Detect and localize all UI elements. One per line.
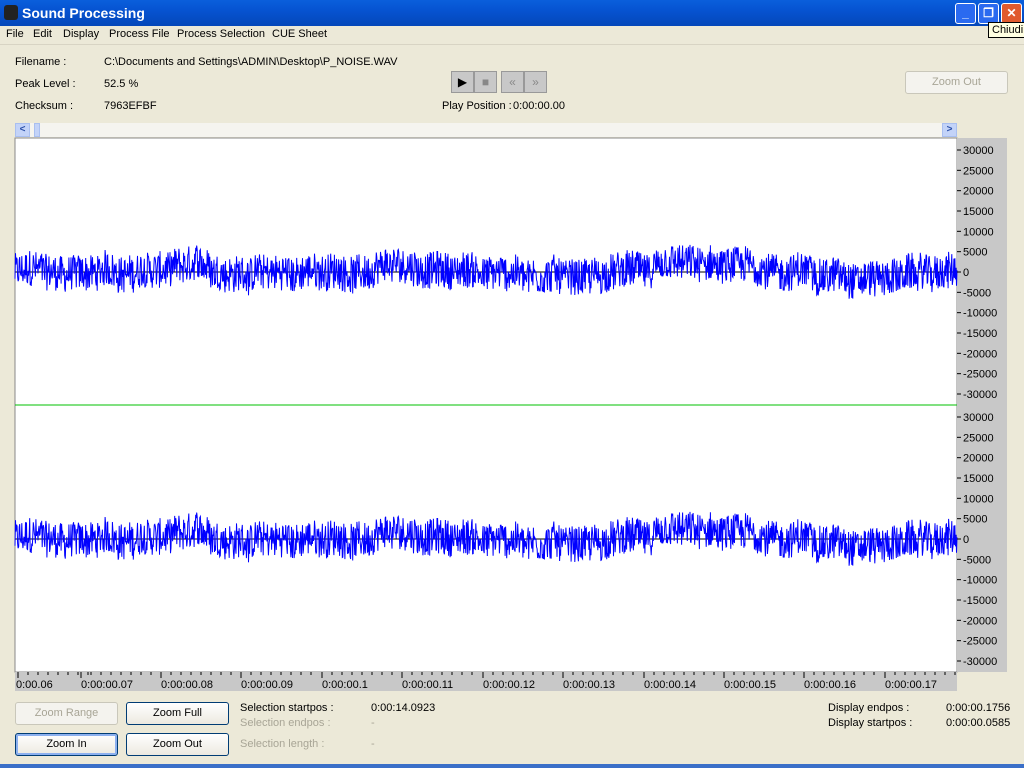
y-tick-label: -5000 bbox=[963, 554, 991, 566]
selection-endpos-label: Selection endpos : bbox=[240, 717, 331, 729]
selection-endpos-value: - bbox=[371, 717, 375, 729]
y-tick-label: -10000 bbox=[963, 308, 997, 320]
y-tick-label: -15000 bbox=[963, 595, 997, 607]
y-tick-label: 15000 bbox=[963, 206, 994, 218]
y-tick-label: 5000 bbox=[963, 247, 987, 259]
y-tick-label: 10000 bbox=[963, 493, 994, 505]
x-tick-label: 0:00:00.08 bbox=[161, 679, 213, 691]
x-tick-label: 0:00:00.15 bbox=[724, 679, 776, 691]
y-tick-label: 10000 bbox=[963, 226, 994, 238]
x-tick-label: 0:00.06 bbox=[16, 679, 53, 691]
display-endpos-label: Display endpos : bbox=[828, 702, 910, 714]
x-tick-label: 0:00:00.14 bbox=[644, 679, 696, 691]
y-tick-label: -25000 bbox=[963, 636, 997, 648]
selection-length-value: - bbox=[371, 738, 375, 750]
y-tick-label: -30000 bbox=[963, 389, 997, 401]
x-tick-label: 0:00:00.12 bbox=[483, 679, 535, 691]
y-tick-label: -20000 bbox=[963, 615, 997, 627]
y-axis-panel bbox=[957, 138, 1007, 672]
y-tick-label: 15000 bbox=[963, 473, 994, 485]
selection-startpos-label: Selection startpos : bbox=[240, 702, 334, 714]
waveform-chart[interactable]: 300002500020000150001000050000-5000-1000… bbox=[0, 0, 1024, 768]
y-tick-label: -10000 bbox=[963, 575, 997, 587]
y-tick-label: -30000 bbox=[963, 656, 997, 668]
display-startpos-label: Display startpos : bbox=[828, 717, 913, 729]
y-tick-label: 0 bbox=[963, 534, 969, 546]
zoom-full-button[interactable]: Zoom Full bbox=[126, 702, 229, 725]
selection-startpos-value: 0:00:14.0923 bbox=[371, 702, 436, 714]
selection-length-label: Selection length : bbox=[240, 738, 325, 750]
y-tick-label: 30000 bbox=[963, 412, 994, 424]
bottom-border bbox=[0, 764, 1024, 768]
y-tick-label: 25000 bbox=[963, 165, 994, 177]
y-tick-label: 0 bbox=[963, 267, 969, 279]
zoom-out-button[interactable]: Zoom Out bbox=[126, 733, 229, 756]
display-endpos-value: 0:00:00.1756 bbox=[946, 702, 1011, 714]
x-tick-label: 0:00:00.16 bbox=[804, 679, 856, 691]
y-tick-label: -5000 bbox=[963, 287, 991, 299]
x-tick-label: 0:00:00.11 bbox=[402, 679, 453, 691]
zoom-in-button[interactable]: Zoom In bbox=[15, 733, 118, 756]
x-tick-label: 0:00:00.17 bbox=[885, 679, 937, 691]
x-tick-label: 0:00:00.07 bbox=[81, 679, 133, 691]
y-tick-label: -25000 bbox=[963, 369, 997, 381]
y-tick-label: 20000 bbox=[963, 186, 994, 198]
x-tick-label: 0:00:00.09 bbox=[241, 679, 293, 691]
y-tick-label: 5000 bbox=[963, 514, 987, 526]
y-tick-label: 30000 bbox=[963, 145, 994, 157]
display-startpos-value: 0:00:00.0585 bbox=[946, 717, 1011, 729]
y-tick-label: 20000 bbox=[963, 453, 994, 465]
x-tick-label: 0:00:00.13 bbox=[563, 679, 615, 691]
y-tick-label: -20000 bbox=[963, 348, 997, 360]
zoom-range-button[interactable]: Zoom Range bbox=[15, 702, 118, 725]
y-tick-label: 25000 bbox=[963, 432, 994, 444]
y-tick-label: -15000 bbox=[963, 328, 997, 340]
x-tick-label: 0:00:00.1 bbox=[322, 679, 368, 691]
